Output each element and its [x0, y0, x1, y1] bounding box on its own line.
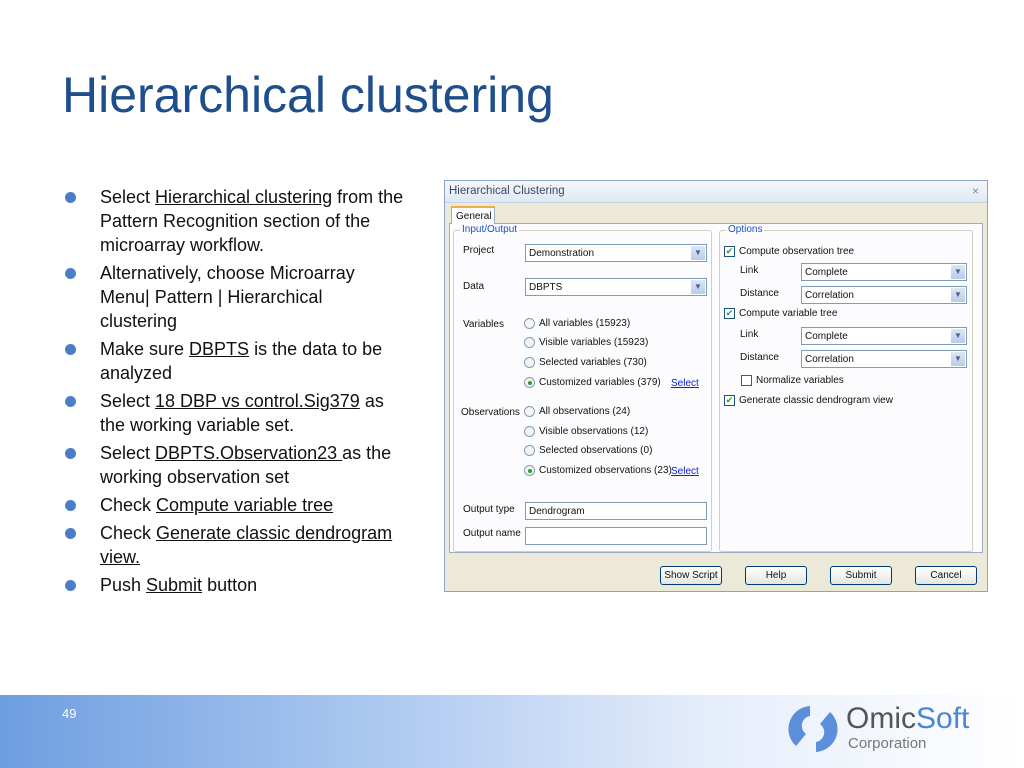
bullet-highlight: DBPTS — [189, 339, 250, 359]
check-icon: ✔ — [724, 395, 735, 406]
chevron-down-icon: ▼ — [951, 265, 965, 279]
input-output-group: Input/Output Project Demonstration ▼ Data… — [453, 224, 712, 552]
generate-dendrogram-checkbox[interactable]: ✔ Generate classic dendrogram view — [724, 395, 893, 406]
radio-customized-observations[interactable]: Customized observations (23) — [524, 465, 672, 476]
page-number: 49 — [62, 706, 77, 721]
observation-link-select[interactable]: Complete ▼ — [801, 263, 967, 281]
bullet-item: Push Submit button — [64, 573, 404, 597]
project-value: Demonstration — [529, 248, 595, 259]
output-type-input[interactable]: Dendrogram — [525, 502, 707, 520]
observations-label: Observations — [461, 407, 520, 418]
variables-label: Variables — [463, 319, 504, 330]
normalize-variables-checkbox[interactable]: Normalize variables — [741, 375, 844, 386]
group-legend: Options — [726, 224, 765, 235]
radio-visible-observations[interactable]: Visible observations (12) — [524, 426, 648, 437]
bullet-item: Select Hierarchical clustering from the … — [64, 185, 404, 257]
hierarchical-clustering-dialog: Hierarchical Clustering × Input/Output P… — [444, 180, 988, 592]
observation-distance-select[interactable]: Correlation ▼ — [801, 286, 967, 304]
distance-label: Distance — [740, 288, 779, 299]
distance-label: Distance — [740, 352, 779, 363]
group-legend: Input/Output — [460, 224, 520, 235]
check-icon: ✔ — [724, 308, 735, 319]
variable-link-select[interactable]: Complete ▼ — [801, 327, 967, 345]
submit-button[interactable]: Submit — [830, 566, 892, 585]
chevron-down-icon: ▼ — [951, 288, 965, 302]
variable-distance-select[interactable]: Correlation ▼ — [801, 350, 967, 368]
link-label: Link — [740, 329, 759, 340]
tab-general[interactable]: General — [451, 206, 495, 224]
general-tab-page: Input/Output Project Demonstration ▼ Data… — [449, 223, 983, 553]
chevron-down-icon: ▼ — [691, 280, 705, 294]
bullet-text: Push — [100, 575, 147, 595]
title-bar: Hierarchical Clustering × — [445, 181, 987, 203]
logo-mark-icon — [788, 706, 838, 752]
output-name-label: Output name — [463, 528, 521, 539]
radio-selected-observations[interactable]: Selected observations (0) — [524, 445, 652, 456]
chevron-down-icon: ▼ — [691, 246, 705, 260]
chevron-down-icon: ▼ — [951, 329, 965, 343]
radio-visible-variables[interactable]: Visible variables (15923) — [524, 337, 648, 348]
slide-title: Hierarchical clustering — [62, 67, 554, 123]
cancel-button[interactable]: Cancel — [915, 566, 977, 585]
radio-all-variables[interactable]: All variables (15923) — [524, 318, 630, 329]
bullet-highlight: Hierarchical clustering — [155, 187, 333, 207]
bullet-text: Select — [100, 443, 156, 463]
bullet-highlight: Submit — [146, 575, 203, 595]
bullet-item: Check Compute variable tree — [64, 493, 404, 517]
bullet-text: Make sure — [100, 339, 190, 359]
output-type-label: Output type — [463, 504, 515, 515]
bullet-item: Alternatively, choose Microarray Menu| P… — [64, 261, 404, 333]
bullet-text: Check — [100, 495, 157, 515]
bullet-item: Make sure DBPTS is the data to be analyz… — [64, 337, 404, 385]
compute-observation-tree-checkbox[interactable]: ✔ Compute observation tree — [724, 246, 854, 257]
bullet-item: Select DBPTS.Observation23 as the workin… — [64, 441, 404, 489]
bullet-text: Check — [100, 523, 157, 543]
radio-selected-variables[interactable]: Selected variables (730) — [524, 357, 647, 368]
check-icon: ✔ — [724, 246, 735, 257]
close-icon[interactable]: × — [972, 184, 979, 198]
data-label: Data — [463, 281, 485, 292]
bullet-text: Alternatively, choose Microarray Menu| P… — [100, 263, 355, 331]
compute-variable-tree-checkbox[interactable]: ✔ Compute variable tree — [724, 308, 837, 319]
options-group: Options ✔ Compute observation tree Link C… — [719, 224, 973, 552]
bullet-text: Select — [100, 391, 156, 411]
bullet-highlight: 18 DBP vs control.Sig379 — [155, 391, 360, 411]
select-variables-link[interactable]: Select — [671, 378, 699, 389]
show-script-button[interactable]: Show Script — [660, 566, 722, 585]
radio-customized-variables[interactable]: Customized variables (379) — [524, 377, 661, 388]
data-select[interactable]: DBPTS ▼ — [525, 278, 707, 296]
select-observations-link[interactable]: Select — [671, 466, 699, 477]
project-label: Project — [463, 245, 495, 256]
bullet-highlight: Compute variable tree — [156, 495, 334, 515]
bullet-text: button — [202, 575, 258, 595]
project-select[interactable]: Demonstration ▼ — [525, 244, 707, 262]
bullet-item: Select 18 DBP vs control.Sig379 as the w… — [64, 389, 404, 437]
chevron-down-icon: ▼ — [951, 352, 965, 366]
link-label: Link — [740, 265, 759, 276]
bullet-text: Select — [100, 187, 156, 207]
help-button[interactable]: Help — [745, 566, 807, 585]
omicsoft-logo: OmicSoft Corporation — [788, 702, 988, 758]
data-value: DBPTS — [529, 282, 563, 293]
bullet-list: Select Hierarchical clustering from the … — [64, 185, 404, 601]
bullet-item: Check Generate classic dendrogram view. — [64, 521, 404, 569]
output-name-input[interactable] — [525, 527, 707, 545]
dialog-title: Hierarchical Clustering — [449, 185, 565, 197]
bullet-highlight: DBPTS.Observation23 — [155, 443, 343, 463]
radio-all-observations[interactable]: All observations (24) — [524, 406, 630, 417]
